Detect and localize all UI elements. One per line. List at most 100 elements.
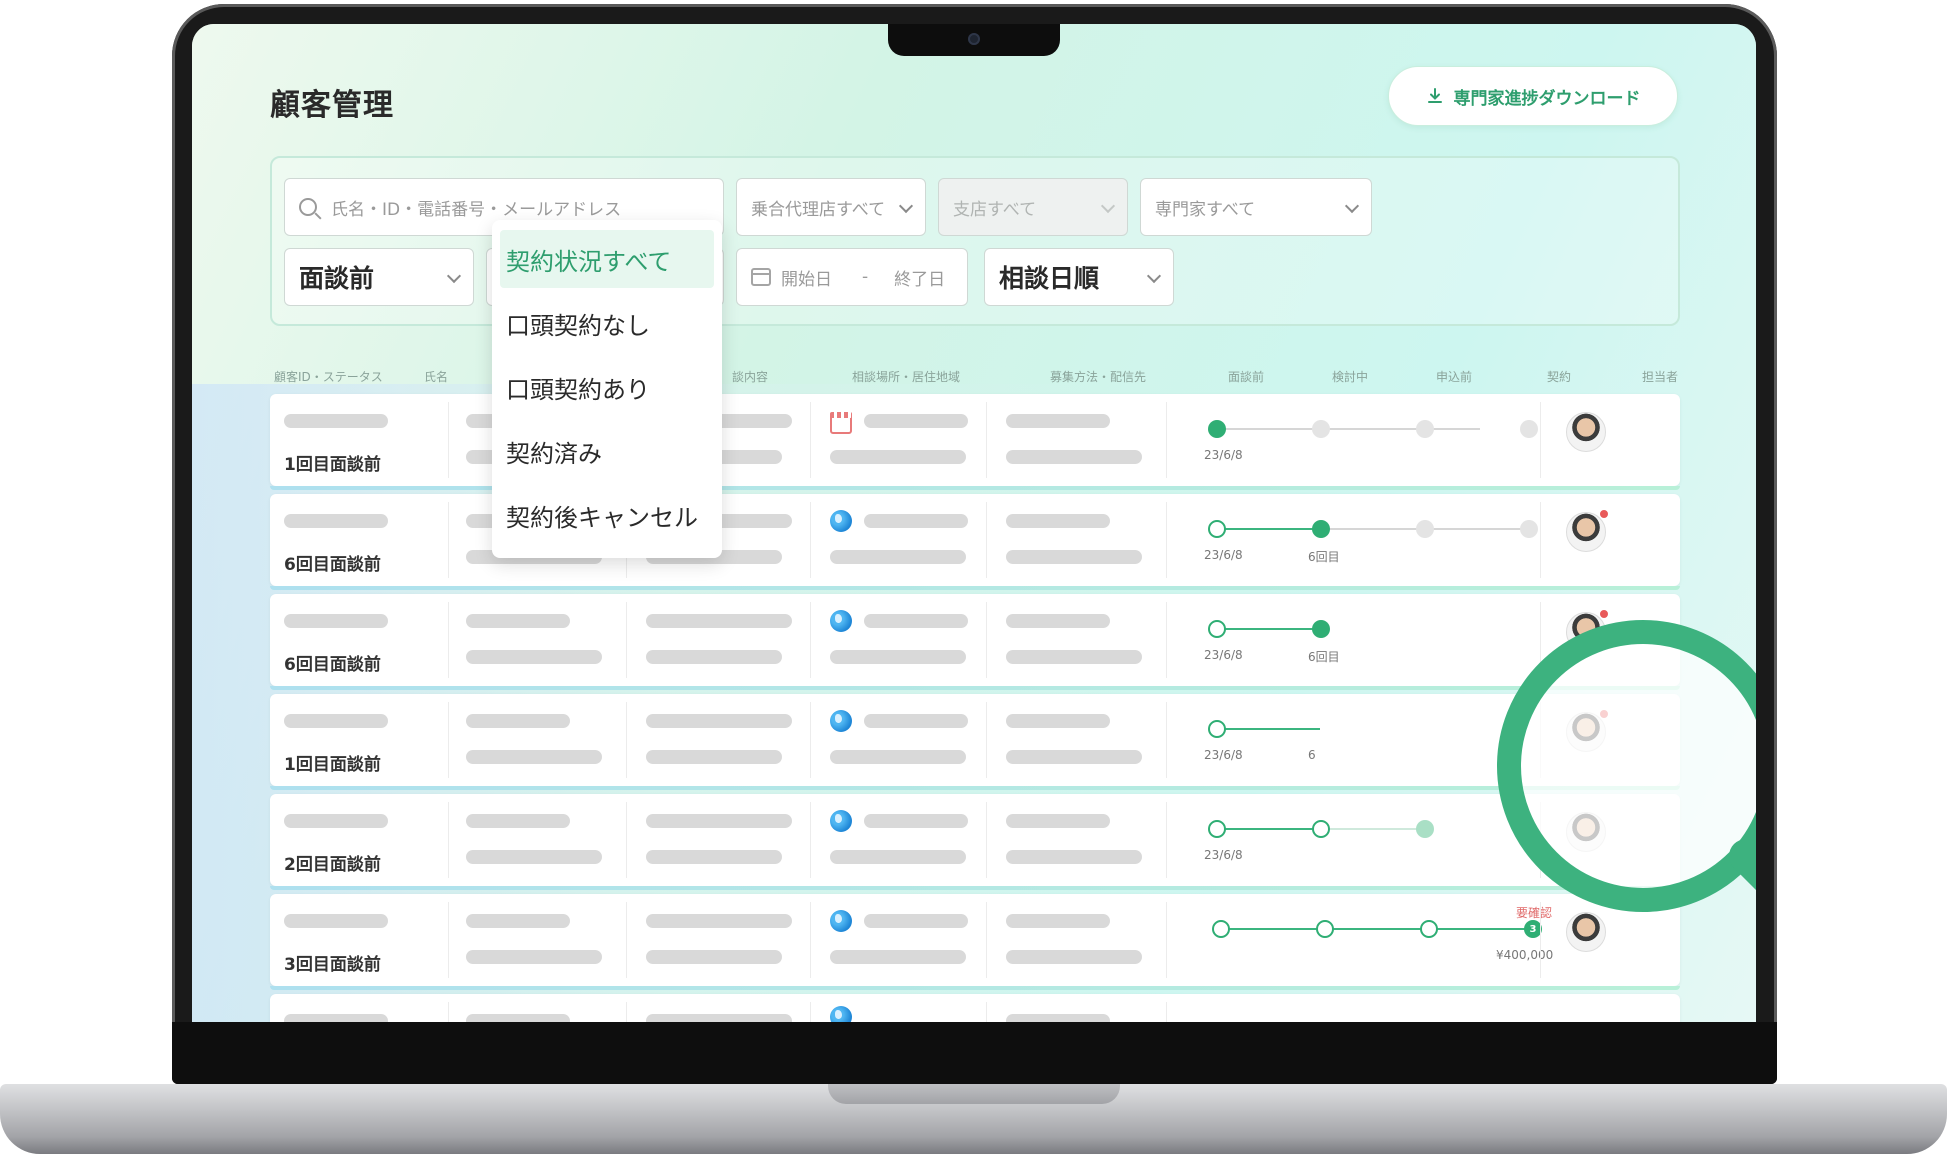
method-placeholder [1006,750,1142,764]
search-placeholder: 氏名・ID・電話番号・メールアドレス [331,199,622,220]
option-verbal-contract[interactable]: 口頭契約あり [500,358,714,416]
method-placeholder [1006,714,1110,728]
header-location: 相談場所・居住地域 [852,370,961,384]
stage-dot-current [1312,620,1330,638]
column-divider [448,902,449,978]
stage-date: 23/6/8 [1204,848,1243,862]
location-placeholder [864,514,968,528]
stage-dot-done [1208,520,1226,538]
table-row[interactable]: 3回目面談前 要確認 3 ¥400,000 [270,894,1680,990]
content-placeholder [646,914,792,928]
table-row[interactable]: 6回目面談前 23/6/8 6回目 [270,494,1680,590]
laptop-base-notch [828,1084,1120,1104]
column-divider [448,1002,449,1022]
chevron-down-icon [1146,268,1162,284]
stage-dot-done [1212,920,1230,938]
stage-count: 6回目 [1308,650,1340,664]
progress-tracker: 要確認 3 ¥400,000 [1190,894,1553,986]
header-stage-considering: 検討中 [1332,370,1369,384]
meeting-status-select[interactable]: 面談前 [284,248,474,306]
status-label: 6回目面談前 [284,555,381,575]
search-icon [299,198,317,216]
globe-icon [830,710,852,732]
shop-icon [830,412,852,434]
content-placeholder [646,650,782,664]
expert-select-value: 専門家すべて [1155,199,1256,220]
method-placeholder [1006,514,1110,528]
filter-panel: 氏名・ID・電話番号・メールアドレス 乗合代理店すべて 支店すべて 専門家すべて… [270,156,1680,326]
content-placeholder [646,814,792,828]
avatar[interactable] [1566,509,1609,552]
status-label: 1回目面談前 [284,755,381,775]
agency-select-value: 乗合代理店すべて [751,199,886,220]
id-placeholder [284,1014,388,1022]
status-label: 2回目面談前 [284,855,381,875]
page-title: 顧客管理 [270,88,394,123]
column-divider [1540,902,1541,978]
stage-dot-current [1208,420,1226,438]
avatar[interactable] [1566,412,1606,452]
status-label: 3回目面談前 [284,955,381,975]
id-placeholder [284,414,388,428]
option-no-verbal-contract[interactable]: 口頭契約なし [500,294,714,352]
download-icon [1427,88,1442,103]
expert-select[interactable]: 専門家すべて [1140,178,1372,236]
chevron-down-icon [1344,198,1360,214]
method-placeholder [1006,614,1110,628]
table-row[interactable] [270,994,1680,1022]
sort-select[interactable]: 相談日順 [984,248,1174,306]
id-placeholder [284,914,388,928]
column-divider [1540,402,1541,478]
progress-tracker: 23/6/8 [1186,394,1538,486]
column-divider [448,802,449,878]
avatar[interactable] [1566,912,1606,952]
method-placeholder [1006,1014,1110,1022]
method-placeholder [1006,550,1142,564]
stage-date: 23/6/8 [1204,648,1243,662]
progress-line-done [1216,528,1320,530]
name-placeholder [466,614,570,628]
option-contracted[interactable]: 契約済み [500,422,714,480]
stage-dot-current [1312,520,1330,538]
method-placeholder [1006,950,1142,964]
table-row[interactable]: 2回目面談前 23/6/8 [270,794,1680,890]
header-name: 氏名 [424,370,449,384]
header-content: 談内容 [732,370,769,384]
table-row[interactable]: 6回目面談前 23/6/8 6回目 [270,594,1680,690]
table-row[interactable]: 1回目面談前 23/6/8 [270,394,1680,490]
name-placeholder [466,714,570,728]
meeting-status-value: 面談前 [299,264,375,293]
column-divider [1166,1002,1167,1022]
chevron-down-icon [1100,198,1116,214]
column-divider [986,902,987,978]
method-placeholder [1006,650,1142,664]
location-placeholder [830,550,966,564]
column-divider [1540,502,1541,578]
progress-line [1216,428,1480,430]
column-divider [448,602,449,678]
location-placeholder [864,614,968,628]
needs-check-label: 要確認 [1516,906,1553,920]
location-placeholder [830,450,966,464]
option-cancelled-after-contract[interactable]: 契約後キャンセル [500,486,714,544]
progress-line-done [1220,928,1532,930]
date-range-input[interactable]: 開始日 - 終了日 [736,248,968,306]
column-divider [1166,802,1167,878]
progress-tracker: 23/6/8 6回目 [1186,594,1516,686]
table-row[interactable]: 1回目面談前 23/6/8 6 [270,694,1680,790]
option-contract-all[interactable]: 契約状況すべて [500,230,714,288]
stage-dot [1312,420,1330,438]
download-label: 専門家進捗ダウンロード [1453,88,1641,109]
name-placeholder [466,1014,570,1022]
location-placeholder [830,650,966,664]
branch-select[interactable]: 支店すべて [938,178,1128,236]
stage-dot-done [1316,920,1334,938]
content-placeholder [646,850,782,864]
column-divider [626,802,627,878]
header-stage-before-application: 申込前 [1436,370,1473,384]
expert-progress-download-button[interactable]: 専門家進捗ダウンロード [1388,66,1678,126]
column-divider [810,502,811,578]
notification-dot [1599,509,1609,519]
agency-select[interactable]: 乗合代理店すべて [736,178,926,236]
laptop-chin [172,1022,1777,1084]
